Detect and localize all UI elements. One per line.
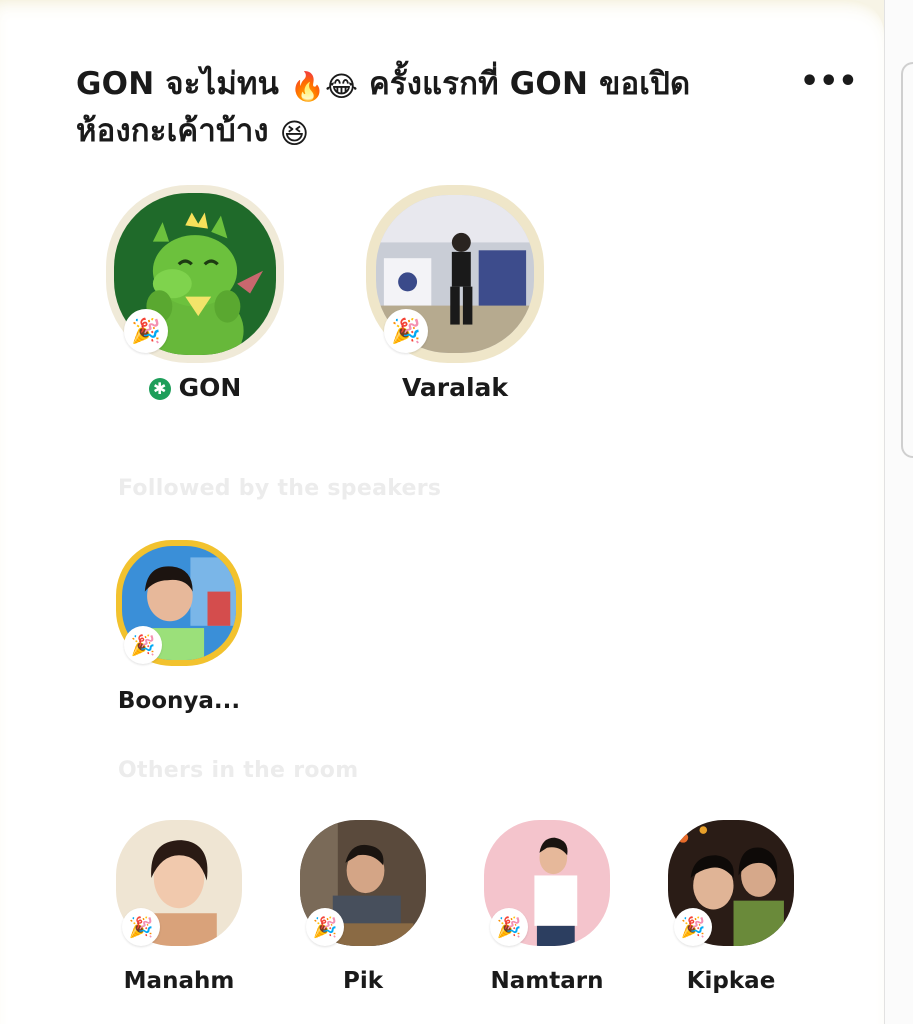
- listener-namtarn[interactable]: 🎉 Namtarn: [484, 820, 610, 1000]
- section-header-others: Others in the room: [118, 758, 359, 783]
- fire-laugh-emoji: 🔥😂: [290, 70, 358, 103]
- listener-pik[interactable]: 🎉 Pik: [300, 820, 426, 1000]
- listener-boonya[interactable]: 🎉 Boonya...: [116, 540, 242, 720]
- party-popper-icon: 🎉: [124, 626, 162, 664]
- speaker-gon[interactable]: 🎉 ✱ GON: [106, 185, 284, 410]
- section-header-followed: Followed by the speakers: [118, 476, 442, 501]
- speaker-varalak[interactable]: 🎉 Varalak: [366, 185, 544, 410]
- party-popper-icon: 🎉: [124, 309, 168, 353]
- listener-kipkae[interactable]: 🎉 Kipkae: [668, 820, 794, 1000]
- listener-name: Boonya...: [117, 688, 241, 714]
- party-popper-icon: 🎉: [122, 908, 160, 946]
- listener-name: Manahm: [123, 968, 235, 994]
- listener-manahm[interactable]: 🎉 Manahm: [116, 820, 242, 1000]
- room-title-line2: ห้องกะเค้าบ้าง: [76, 113, 269, 149]
- room-title-line1: GON จะไม่ทน: [76, 66, 280, 102]
- listener-name: Kipkae: [686, 968, 776, 994]
- moderator-star-icon: ✱: [148, 378, 171, 400]
- party-popper-icon: 🎉: [384, 309, 428, 353]
- speaker-name: ✱ GON: [66, 373, 324, 402]
- party-popper-icon: 🎉: [674, 908, 712, 946]
- listener-name: Namtarn: [490, 968, 604, 994]
- listener-name: Pik: [342, 968, 384, 994]
- room-title: GON จะไม่ทน 🔥😂 ครั้งแรกที่ GON ขอเปิด ห้…: [76, 62, 776, 156]
- speaker-name: Varalak: [401, 373, 509, 402]
- room-title-line1b: ครั้งแรกที่ GON ขอเปิด: [369, 66, 691, 102]
- more-dots-icon[interactable]: •••: [800, 62, 858, 106]
- party-popper-icon: 🎉: [490, 908, 528, 946]
- scrollbar-thumb[interactable]: [901, 62, 913, 458]
- party-popper-icon: 🎉: [306, 908, 344, 946]
- grin-squint-emoji: 😆: [279, 117, 310, 150]
